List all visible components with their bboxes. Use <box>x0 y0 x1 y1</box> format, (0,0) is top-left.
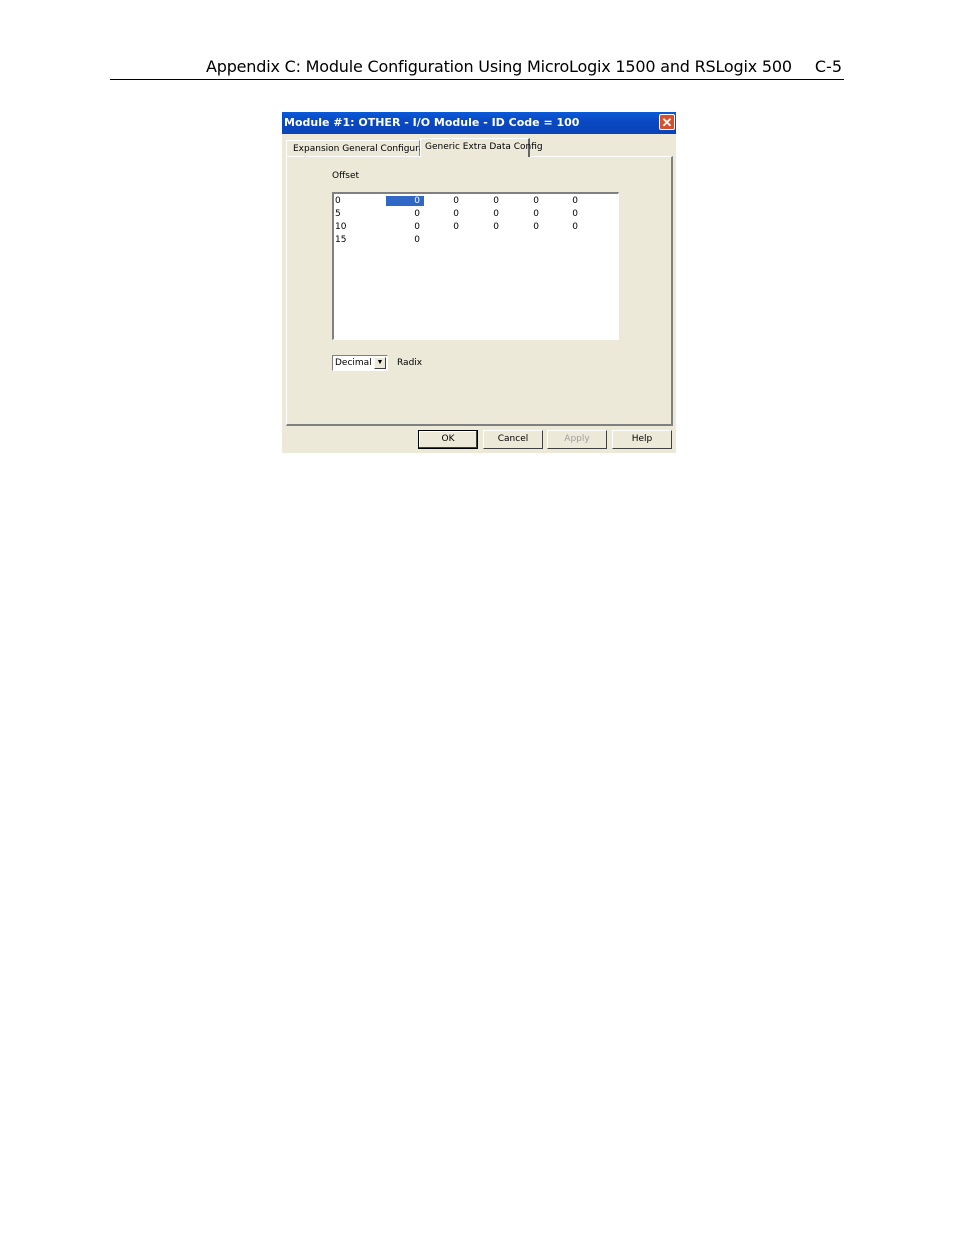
ok-button[interactable]: OK <box>418 430 478 449</box>
table-row: 15 0 <box>334 234 618 247</box>
data-cell[interactable]: 0 <box>489 221 499 234</box>
offset-label: Offset <box>332 171 360 181</box>
data-cell[interactable]: 0 <box>568 221 578 234</box>
page-number: C-5 <box>814 57 842 76</box>
apply-button[interactable]: Apply <box>547 430 607 449</box>
data-cell[interactable]: 0 <box>410 234 420 247</box>
data-cell[interactable]: 0 <box>410 221 420 234</box>
data-cell[interactable]: 0 <box>410 195 420 208</box>
radix-label: Radix <box>397 358 423 368</box>
data-cell[interactable]: 0 <box>529 221 539 234</box>
table-row: 5 0 0 0 0 0 <box>334 208 618 221</box>
help-button[interactable]: Help <box>612 430 672 449</box>
page-header: Appendix C: Module Configuration Using M… <box>110 57 844 80</box>
dialog-title: Module #1: OTHER - I/O Module - ID Code … <box>284 116 580 129</box>
data-cell[interactable]: 0 <box>449 195 459 208</box>
data-cell[interactable]: 0 <box>529 208 539 221</box>
tab-generic-extra-data-config[interactable]: Generic Extra Data Config <box>420 138 543 157</box>
cancel-button[interactable]: Cancel <box>483 430 543 449</box>
data-cell[interactable]: 0 <box>449 221 459 234</box>
row-offset: 0 <box>335 196 341 206</box>
row-offset: 15 <box>335 235 347 245</box>
data-cell[interactable]: 0 <box>568 208 578 221</box>
module-config-dialog: Module #1: OTHER - I/O Module - ID Code … <box>282 112 676 453</box>
data-cell[interactable]: 0 <box>568 195 578 208</box>
tab-expansion-general-configuration[interactable]: Expansion General Configuration <box>286 140 442 156</box>
data-cell[interactable]: 0 <box>489 208 499 221</box>
data-cell[interactable]: 0 <box>529 195 539 208</box>
row-offset: 5 <box>335 209 341 219</box>
data-cell[interactable]: 0 <box>449 208 459 221</box>
extra-data-grid[interactable]: 0 0 0 0 0 0 5 0 0 0 0 0 10 0 0 0 0 0 15 … <box>332 192 619 340</box>
page-header-title: Appendix C: Module Configuration Using M… <box>206 57 792 76</box>
dialog-titlebar[interactable]: Module #1: OTHER - I/O Module - ID Code … <box>282 112 676 134</box>
chevron-down-icon[interactable]: ▼ <box>374 357 386 369</box>
radix-value: Decimal <box>335 358 372 368</box>
table-row: 0 0 0 0 0 0 <box>334 195 618 208</box>
data-cell[interactable]: 0 <box>410 208 420 221</box>
close-icon: ✕ <box>661 115 673 130</box>
radix-select[interactable]: Decimal ▼ <box>332 355 388 371</box>
data-cell[interactable]: 0 <box>489 195 499 208</box>
row-offset: 10 <box>335 222 347 232</box>
close-button[interactable]: ✕ <box>659 114 675 130</box>
table-row: 10 0 0 0 0 0 <box>334 221 618 234</box>
